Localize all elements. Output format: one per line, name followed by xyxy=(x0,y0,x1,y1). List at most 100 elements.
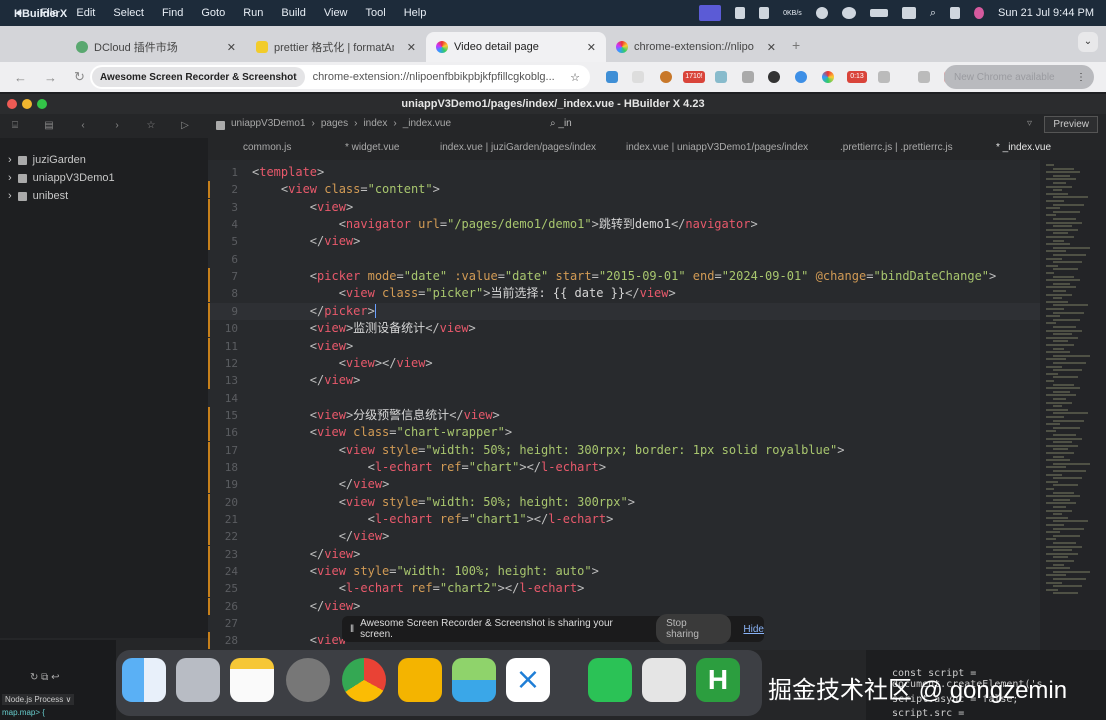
hide-button[interactable]: Hide xyxy=(743,624,764,635)
code-line[interactable]: 21 <l-echart ref="chart1"></l-echart> xyxy=(208,511,1040,528)
code-line[interactable]: 16 <view class="chart-wrapper"> xyxy=(208,424,1040,442)
extensions-puzzle-icon[interactable] xyxy=(878,71,890,83)
run-icon[interactable]: ▷ xyxy=(178,120,192,131)
close-tab-icon[interactable]: ✕ xyxy=(767,41,776,54)
new-tab-button[interactable]: + xyxy=(792,37,800,53)
menu-goto[interactable]: Goto xyxy=(201,7,225,19)
menu-find[interactable]: Find xyxy=(162,7,183,19)
close-tab-icon[interactable]: ✕ xyxy=(587,41,596,54)
system-settings-icon[interactable] xyxy=(286,658,330,702)
menu-edit[interactable]: Edit xyxy=(76,7,95,19)
extension-icon[interactable] xyxy=(795,71,807,83)
code-line[interactable]: 25 <l-echart ref="chart2"></l-echart> xyxy=(208,580,1040,598)
close-window-button[interactable] xyxy=(7,99,17,109)
wechat-icon[interactable] xyxy=(841,7,856,19)
project-juzigarden[interactable]: › juziGarden xyxy=(8,154,86,166)
code-line[interactable]: 23 </view> xyxy=(208,545,1040,563)
extension-chip[interactable]: Awesome Screen Recorder & Screenshot xyxy=(92,67,305,87)
new-chrome-available-button[interactable]: New Chrome available ⋮ xyxy=(944,65,1094,89)
notes-icon[interactable] xyxy=(230,658,274,702)
code-line[interactable]: 22 </view> xyxy=(208,528,1040,546)
filter-icon[interactable]: ▿ xyxy=(1027,118,1032,129)
code-line[interactable]: 5 </view> xyxy=(208,233,1040,251)
back-icon[interactable]: ← xyxy=(14,70,30,85)
browser-tab-prettier[interactable]: prettier 格式化 | formatAndS... ✕ xyxy=(246,32,426,62)
code-line[interactable]: 15 <view>分级预警信息统计</view> xyxy=(208,406,1040,424)
wechat-icon[interactable] xyxy=(588,658,632,702)
tab-index-juzigarden[interactable]: index.vue | juziGarden/pages/index xyxy=(440,142,596,153)
extension-icon[interactable] xyxy=(768,71,780,83)
app-status-icon[interactable] xyxy=(759,7,770,19)
menu-tool[interactable]: Tool xyxy=(366,7,386,19)
input-method-icon[interactable] xyxy=(901,7,916,19)
project-unibest[interactable]: › unibest xyxy=(8,190,68,202)
search-icon[interactable]: ⌕ xyxy=(930,7,936,20)
recording-timer-badge[interactable]: 0:13 xyxy=(847,71,867,83)
code-line[interactable]: 13 </view> xyxy=(208,372,1040,390)
forward-icon[interactable]: → xyxy=(44,70,60,85)
code-line[interactable]: 26 </view> xyxy=(208,597,1040,615)
code-line[interactable]: 20 <view style="width: 50%; height: 300r… xyxy=(208,493,1040,511)
code-line[interactable]: 19 </view> xyxy=(208,476,1040,494)
process-select[interactable]: Node.js Process ∨ xyxy=(2,694,75,705)
extension-badge[interactable]: 1710! xyxy=(683,71,705,83)
toggle-sidebar-icon[interactable]: ⌸ xyxy=(8,120,22,131)
save-icon[interactable]: ▤ xyxy=(42,120,56,131)
code-line[interactable]: 6 xyxy=(208,251,1040,268)
code-line[interactable]: 10 <view>监测设备统计</view> xyxy=(208,320,1040,338)
project-uniappv3demo1[interactable]: › uniappV3Demo1 xyxy=(8,172,115,184)
stop-sharing-button[interactable]: Stop sharing xyxy=(656,614,732,644)
tab-common-js[interactable]: common.js xyxy=(243,142,291,153)
browser-tab-extension[interactable]: chrome-extension://nlipoenf... ✕ xyxy=(606,32,786,62)
tab-widget-vue[interactable]: * widget.vue xyxy=(345,142,399,153)
breadcrumb-item[interactable]: _index.vue xyxy=(403,118,451,130)
preview-button[interactable]: Preview xyxy=(1044,116,1098,133)
extension-icon[interactable] xyxy=(742,71,754,83)
tab-index-vue-active[interactable]: * _index.vue xyxy=(996,142,1051,153)
code-line[interactable]: 12 <view></view> xyxy=(208,354,1040,372)
breadcrumb-item[interactable]: index xyxy=(363,118,387,130)
file-search-input[interactable]: ⌕ _in xyxy=(550,118,572,129)
code-line[interactable]: 8 <view class="picker">当前选择: {{ date }}<… xyxy=(208,285,1040,303)
back-icon[interactable]: ‹ xyxy=(76,120,90,131)
code-line[interactable]: 3 <view> xyxy=(208,198,1040,216)
extension-icon[interactable] xyxy=(660,71,672,83)
address-bar[interactable]: Awesome Screen Recorder & Screenshot chr… xyxy=(90,65,590,89)
code-editor[interactable]: 1 <template> 2 <view class="content"> 3 <vi… xyxy=(208,160,1040,650)
recorder-extension-icon[interactable] xyxy=(822,71,834,83)
close-tab-icon[interactable]: ✕ xyxy=(407,41,416,54)
tab-search-chevron-icon[interactable]: ⌄ xyxy=(1078,32,1098,52)
close-tab-icon[interactable]: ✕ xyxy=(227,41,236,54)
tab-index-uniappv3demo1[interactable]: index.vue | uniappV3Demo1/pages/index xyxy=(626,142,808,153)
terminal-toolbar-icons[interactable]: ↻ ⧉ ↩ xyxy=(30,672,59,683)
launchpad-icon[interactable] xyxy=(176,658,220,702)
code-line[interactable]: 4 <navigator url="/pages/demo1/demo1">跳转… xyxy=(208,216,1040,234)
breadcrumb-item[interactable]: pages xyxy=(321,118,348,130)
browser-tab-video-detail[interactable]: Video detail page ✕ xyxy=(426,32,606,62)
breadcrumb-item[interactable]: uniappV3Demo1 xyxy=(231,118,306,130)
chrome-canary-icon[interactable] xyxy=(398,658,442,702)
extension-icon[interactable] xyxy=(606,71,618,83)
screen-share-icon[interactable] xyxy=(699,5,722,21)
browser-tab-dcloud[interactable]: DCloud 插件市场 ✕ xyxy=(66,32,246,62)
extension-icon[interactable] xyxy=(715,71,727,83)
status-icon[interactable] xyxy=(815,7,828,19)
code-line[interactable]: 7 <picker mode="date" :value="date" star… xyxy=(208,268,1040,286)
menu-build[interactable]: Build xyxy=(281,7,305,19)
wechat-devtools-icon[interactable] xyxy=(642,658,686,702)
finder-icon[interactable] xyxy=(122,658,166,702)
maximize-window-button[interactable] xyxy=(37,99,47,109)
minimize-window-button[interactable] xyxy=(22,99,32,109)
labs-flask-icon[interactable] xyxy=(918,71,930,83)
code-line[interactable]: 1 <template> xyxy=(208,164,1040,181)
code-line[interactable]: 2 <view class="content"> xyxy=(208,181,1040,199)
menu-run[interactable]: Run xyxy=(243,7,263,19)
battery-icon[interactable] xyxy=(869,9,888,17)
bookmark-star-icon[interactable]: ☆ xyxy=(570,71,580,84)
tab-prettierrc[interactable]: .prettierrc.js | .prettierrc.js xyxy=(840,142,953,153)
chrome-icon[interactable] xyxy=(342,658,386,702)
url-text[interactable]: chrome-extension://nlipoenfbbikpbjkfpfil… xyxy=(313,71,555,83)
menu-view[interactable]: View xyxy=(324,7,348,19)
clock[interactable]: Sun 21 Jul 9:44 PM xyxy=(998,7,1094,19)
menu-select[interactable]: Select xyxy=(113,7,144,19)
